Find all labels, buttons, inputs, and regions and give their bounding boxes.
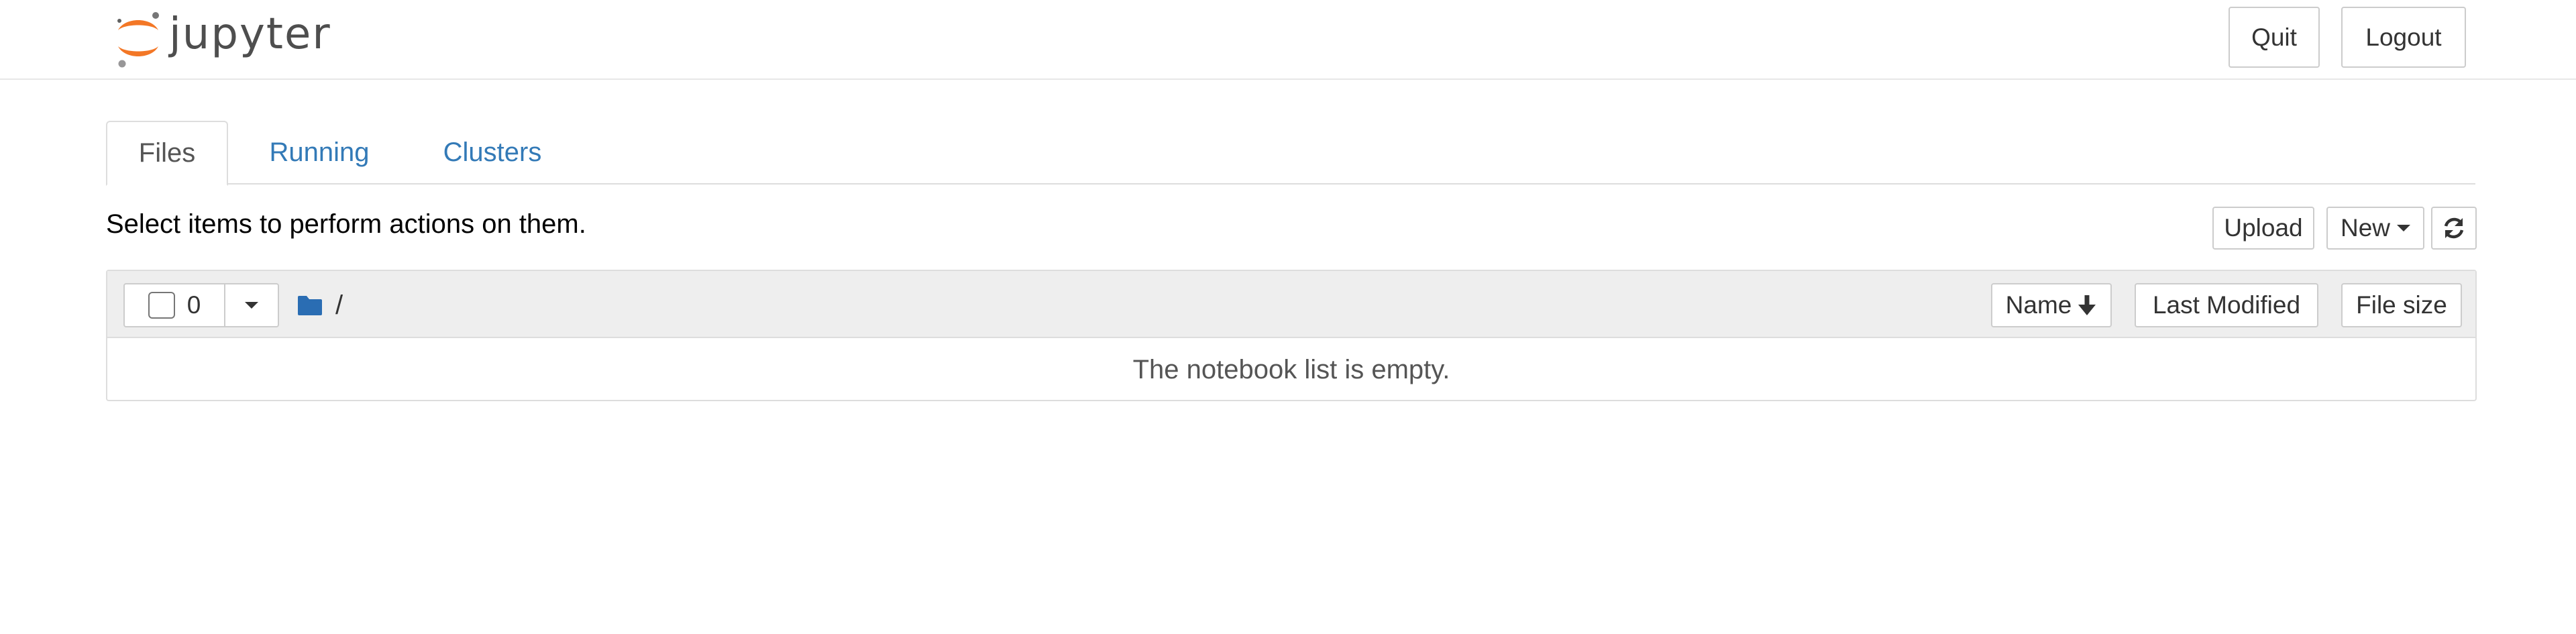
refresh-icon: [2444, 217, 2464, 239]
refresh-button[interactable]: [2431, 207, 2477, 250]
logo-text: jupyter: [169, 9, 331, 59]
selection-dropdown-button[interactable]: [225, 284, 278, 326]
select-all-toggle[interactable]: 0: [125, 284, 225, 326]
empty-list-message: The notebook list is empty.: [1132, 354, 1450, 384]
breadcrumb-root[interactable]: /: [335, 290, 343, 321]
selection-control: 0: [123, 283, 279, 327]
select-all-checkbox[interactable]: [148, 292, 175, 319]
sort-by-last-modified-button[interactable]: Last Modified: [2135, 283, 2318, 327]
selected-count: 0: [186, 291, 201, 319]
sort-name-label: Name: [2005, 291, 2072, 319]
upload-button[interactable]: Upload: [2212, 207, 2314, 250]
sort-by-name-button[interactable]: Name: [1991, 283, 2112, 327]
header: jupyter Quit Logout: [0, 0, 2576, 80]
selection-hint: Select items to perform actions on them.: [106, 209, 586, 239]
quit-button[interactable]: Quit: [2229, 7, 2320, 68]
jupyter-logo[interactable]: jupyter: [113, 5, 331, 70]
logout-button[interactable]: Logout: [2341, 7, 2466, 68]
new-button[interactable]: New: [2326, 207, 2424, 250]
notebook-list-header: 0 / Name Last Modified File size: [107, 271, 2475, 338]
breadcrumb: /: [297, 290, 343, 321]
tab-running[interactable]: Running: [248, 121, 390, 184]
new-button-label: New: [2340, 214, 2391, 242]
folder-icon[interactable]: [297, 295, 323, 316]
caret-down-icon: [2397, 225, 2411, 231]
tab-clusters[interactable]: Clusters: [419, 121, 566, 184]
jupyter-logo-icon: [117, 12, 159, 68]
caret-down-icon: [245, 302, 258, 309]
tab-bar: Files Running Clusters: [106, 121, 2475, 186]
notebook-list: 0 / Name Last Modified File size The not…: [106, 270, 2477, 401]
tab-files[interactable]: Files: [106, 121, 228, 186]
sort-by-file-size-button[interactable]: File size: [2341, 283, 2462, 327]
arrow-down-icon: [2078, 295, 2096, 315]
